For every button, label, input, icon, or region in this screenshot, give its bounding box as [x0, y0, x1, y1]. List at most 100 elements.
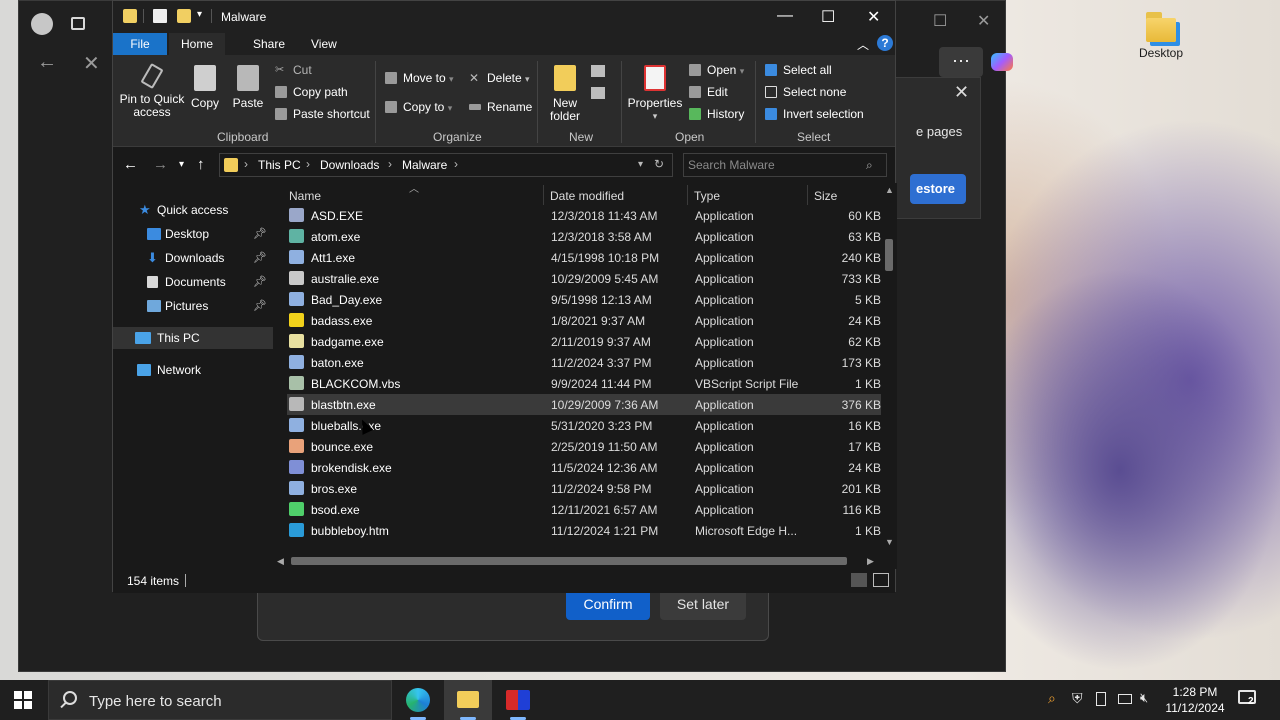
file-row[interactable]: Att1.exe 4/15/1998 10:18 PM Application 240… — [287, 247, 881, 268]
breadcrumb-malware[interactable]: Malware — [402, 158, 447, 172]
rename-button[interactable]: Rename — [469, 98, 532, 116]
up-icon[interactable]: ↑ — [197, 156, 205, 173]
tab-share[interactable]: Share — [241, 33, 297, 55]
more-menu-button[interactable]: ··· — [939, 47, 983, 77]
open-button[interactable]: Open ▾ — [689, 61, 744, 79]
forward-icon[interactable]: → — [153, 156, 168, 173]
paste-button[interactable]: Paste — [231, 65, 265, 110]
refresh-icon[interactable]: ↻ — [654, 157, 664, 171]
scrollbar-thumb[interactable] — [291, 557, 847, 565]
recent-locations-icon[interactable]: ▾ — [179, 159, 184, 170]
scrollbar-thumb[interactable] — [885, 239, 893, 271]
copilot-icon[interactable] — [991, 53, 1013, 71]
close-icon[interactable]: ✕ — [954, 82, 969, 103]
file-row[interactable]: bros.exe 11/2/2024 9:58 PM Application 201 … — [287, 478, 881, 499]
file-row[interactable]: baton.exe 11/2/2024 3:37 PM Application 173… — [287, 352, 881, 373]
back-icon[interactable]: ← — [37, 51, 57, 74]
scroll-up-icon[interactable]: ▲ — [885, 185, 894, 195]
file-row[interactable]: bubbleboy.htm 11/12/2024 1:21 PM Microsoft… — [287, 520, 881, 541]
nav-desktop[interactable]: Desktop 📌︎ — [147, 223, 273, 245]
vertical-scrollbar[interactable]: ▲ ▼ — [881, 183, 897, 557]
battery-icon[interactable] — [1096, 692, 1106, 706]
file-row[interactable]: ASD.EXE 12/3/2018 11:43 AM Application 60 K… — [287, 205, 881, 226]
start-button[interactable] — [14, 691, 32, 709]
copy-button[interactable]: Copy — [189, 65, 221, 110]
close-icon[interactable]: ✕ — [977, 11, 990, 31]
nav-this-pc[interactable]: This PC — [113, 327, 273, 349]
file-row[interactable]: blastbtn.exe 10/29/2009 7:36 AM Applicatio… — [287, 394, 881, 415]
file-row[interactable]: badass.exe 1/8/2021 9:37 AM Application 24 … — [287, 310, 881, 331]
maximize-icon[interactable]: ☐ — [933, 11, 947, 31]
nav-pictures[interactable]: Pictures 📌︎ — [147, 295, 273, 317]
close-tab-icon[interactable]: ✕ — [83, 51, 100, 76]
paste-shortcut-button[interactable]: Paste shortcut — [275, 105, 370, 123]
network-icon[interactable] — [1118, 694, 1132, 704]
properties-button[interactable]: Properties ▾ — [627, 65, 683, 123]
notification-center-button[interactable]: 2 — [1238, 690, 1260, 708]
new-folder-icon[interactable] — [177, 9, 191, 23]
delete-button[interactable]: ✕ Delete ▾ — [469, 69, 530, 87]
close-icon[interactable]: ✕ — [867, 7, 880, 27]
select-none-button[interactable]: Select none — [765, 83, 846, 101]
tab-view[interactable]: View — [299, 33, 349, 55]
file-row[interactable]: atom.exe 12/3/2018 3:58 AM Application 63 K… — [287, 226, 881, 247]
copy-path-button[interactable]: Copy path — [275, 83, 348, 101]
nav-documents[interactable]: Documents 📌︎ — [147, 271, 273, 293]
nav-downloads[interactable]: ⬇ Downloads 📌︎ — [147, 247, 273, 269]
scroll-down-icon[interactable]: ▼ — [885, 537, 894, 547]
scroll-right-icon[interactable]: ▶ — [867, 556, 874, 567]
file-row[interactable]: brokendisk.exe 11/5/2024 12:36 AM Applicat… — [287, 457, 881, 478]
maximize-icon[interactable]: ☐ — [821, 7, 835, 27]
large-icons-view-icon[interactable] — [873, 573, 889, 587]
collapse-ribbon-icon[interactable]: ︿ — [857, 36, 869, 53]
edge-taskbar-button[interactable] — [394, 680, 442, 720]
breadcrumb-this-pc[interactable]: This PC — [258, 158, 301, 172]
file-row[interactable]: Bad_Day.exe 9/5/1998 12:13 AM Application 5… — [287, 289, 881, 310]
horizontal-scrollbar[interactable]: ◀ ▶ — [273, 553, 881, 569]
security-icon[interactable]: ⛨ — [1072, 690, 1086, 706]
help-icon[interactable]: ? — [877, 35, 893, 51]
search-input[interactable] — [688, 157, 858, 173]
file-row[interactable]: bsod.exe 12/11/2021 6:57 AM Application 116… — [287, 499, 881, 520]
scroll-left-icon[interactable]: ◀ — [277, 556, 284, 567]
pin-to-quick-access-button[interactable]: Pin to Quick access — [119, 62, 185, 119]
back-icon[interactable]: ← — [123, 156, 138, 173]
file-row[interactable]: blueballs.exe 5/31/2020 3:23 PM Applicatio… — [287, 415, 881, 436]
minimize-icon[interactable]: — — [777, 7, 793, 25]
clock[interactable]: 1:28 PM 11/12/2024 — [1162, 684, 1228, 716]
taskbar-search[interactable] — [48, 680, 392, 720]
new-item-icon[interactable] — [591, 65, 605, 77]
select-all-button[interactable]: Select all — [765, 61, 832, 79]
edit-button[interactable]: Edit — [689, 83, 728, 101]
file-row[interactable]: bounce.exe 2/25/2019 11:50 AM Application 1… — [287, 436, 881, 457]
chevron-down-icon[interactable]: ▾ — [638, 159, 643, 170]
file-row[interactable]: badgame.exe 2/11/2019 9:37 AM Application 6… — [287, 331, 881, 352]
file-row[interactable]: BLACKCOM.vbs 9/9/2024 11:44 PM VBScript Sc… — [287, 373, 881, 394]
restore-button[interactable]: estore — [910, 174, 966, 204]
invert-selection-button[interactable]: Invert selection — [765, 105, 864, 123]
tab-home[interactable]: Home — [169, 33, 226, 55]
cut-button[interactable]: ✂ Cut — [275, 61, 312, 79]
details-view-icon[interactable] — [851, 573, 867, 587]
path-input[interactable]: › This PC › Downloads › Malware › ▾ ↻ — [219, 153, 673, 177]
tab-file[interactable]: File — [113, 33, 167, 55]
file-row[interactable]: australie.exe 10/29/2009 5:45 AM Applicati… — [287, 268, 881, 289]
profile-avatar[interactable] — [31, 13, 53, 35]
copy-to-button[interactable]: Copy to ▾ — [385, 98, 452, 116]
file-explorer-taskbar-button[interactable] — [444, 680, 492, 720]
properties-icon[interactable] — [153, 9, 167, 23]
easy-access-icon[interactable] — [591, 87, 605, 99]
nav-quick-access[interactable]: ★ Quick access — [139, 199, 228, 221]
taskbar-search-input[interactable] — [89, 691, 379, 711]
new-folder-button[interactable]: New folder — [545, 65, 585, 123]
breadcrumb-downloads[interactable]: Downloads — [320, 158, 379, 172]
history-button[interactable]: History — [689, 105, 744, 123]
customize-toolbar-icon[interactable]: ▾ — [197, 9, 202, 20]
search-box[interactable]: ⌕ — [683, 153, 887, 177]
app-taskbar-button[interactable] — [494, 680, 542, 720]
move-to-button[interactable]: Move to ▾ — [385, 69, 454, 87]
tab-actions-icon[interactable] — [71, 17, 85, 30]
search-tray-icon[interactable]: ⌕ — [1048, 690, 1062, 706]
volume-muted-icon[interactable]: 🔇︎ — [1140, 690, 1154, 705]
nav-network[interactable]: Network — [137, 359, 201, 381]
